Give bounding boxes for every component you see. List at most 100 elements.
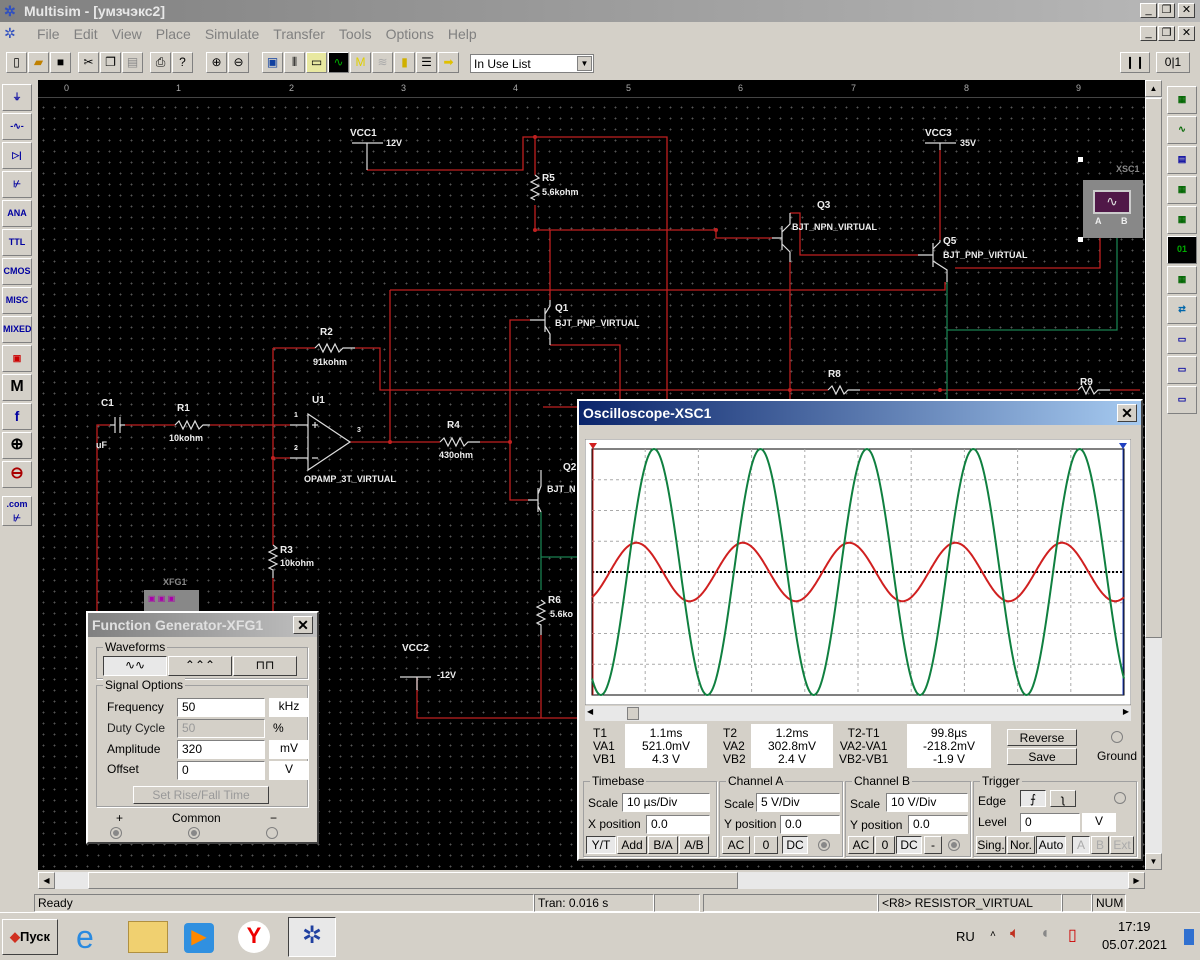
ab-mode-button[interactable]: A/B	[679, 836, 709, 854]
trigger-source-ext-button[interactable]: Ext	[1110, 836, 1134, 854]
falling-edge-button[interactable]: ʅ	[1050, 790, 1076, 807]
channel-b-terminal[interactable]	[948, 839, 960, 851]
trigger-group: Trigger Edge ⨍ ʅ Level 0 V Sing. Nor. Au…	[973, 774, 1137, 857]
internet-explorer-icon[interactable]: e	[76, 919, 94, 955]
scroll-down-icon[interactable]: ▼	[1145, 853, 1162, 870]
add-mode-button[interactable]: Add	[617, 836, 647, 854]
yt-mode-button[interactable]: Y/T	[586, 836, 616, 854]
sound-icon[interactable]: ◖	[1040, 925, 1050, 943]
amplitude-input[interactable]: 320	[177, 740, 265, 759]
function-generator-close-button[interactable]: ✕	[293, 616, 313, 634]
frequency-unit[interactable]: kHz	[269, 698, 309, 717]
multimeter-icon[interactable]: ▦	[1167, 86, 1197, 114]
trigger-source-b-button[interactable]: B	[1091, 836, 1109, 854]
channel-a-zero-button[interactable]: 0	[754, 836, 778, 854]
run-switch[interactable]: 0|1	[1156, 52, 1190, 73]
time-scroll-thumb[interactable]	[627, 707, 639, 720]
channel-a-dc-button[interactable]: DC	[782, 836, 808, 854]
save-button[interactable]: Save	[1007, 748, 1077, 765]
square-wave-button[interactable]: ⊓⊓	[233, 656, 297, 676]
vcc1-symbol	[352, 142, 383, 170]
selection-handle[interactable]	[1078, 157, 1083, 162]
x-position-input[interactable]: 0.0	[646, 815, 710, 834]
doc-close-button[interactable]: ✕	[1178, 26, 1195, 41]
ground-terminal[interactable]	[1111, 731, 1123, 743]
single-trigger-button[interactable]: Sing.	[976, 836, 1006, 854]
plus-terminal[interactable]	[110, 827, 122, 839]
xfg1-instrument[interactable]: ▣ ▣ ▣	[144, 590, 199, 612]
channel-b-ac-button[interactable]: AC	[848, 836, 874, 854]
minus-terminal[interactable]	[266, 827, 278, 839]
channel-a-terminal[interactable]	[818, 839, 830, 851]
vertical-scroll-thumb[interactable]	[1145, 98, 1162, 638]
logic-analyzer-icon[interactable]: ▦	[1167, 266, 1197, 294]
yandex-browser-icon[interactable]: Y	[238, 921, 270, 953]
network-analyzer-icon[interactable]: ▭	[1167, 386, 1197, 414]
bode-plotter-icon[interactable]: ▦	[1167, 206, 1197, 234]
file-explorer-icon[interactable]	[128, 921, 168, 953]
scroll-right-icon[interactable]: ▶	[1123, 707, 1129, 716]
tray-expand-icon[interactable]: ˄	[990, 929, 996, 940]
time-scrollbar[interactable]: ◀ ▶	[585, 706, 1131, 721]
channel-b-zero-button[interactable]: 0	[875, 836, 895, 854]
network-icon[interactable]: ▯	[1068, 925, 1077, 945]
scroll-right-icon[interactable]: ▶	[1128, 872, 1145, 889]
oscilloscope-icon[interactable]: ▦	[1167, 176, 1197, 204]
channel-a-ac-button[interactable]: AC	[722, 836, 750, 854]
xsc1-terminal-a[interactable]: A	[1095, 216, 1102, 226]
channel-b-scale-input[interactable]: 10 V/Div	[886, 793, 968, 812]
oscilloscope-close-button[interactable]: ✕	[1117, 404, 1137, 422]
logic-converter-icon[interactable]: ⇄	[1167, 296, 1197, 324]
scroll-left-icon[interactable]: ◀	[38, 872, 55, 889]
offset-unit[interactable]: V	[269, 761, 309, 780]
distortion-analyzer-icon[interactable]: ▭	[1167, 326, 1197, 354]
media-player-icon[interactable]: ▶	[184, 923, 214, 953]
scroll-left-icon[interactable]: ◀	[587, 707, 593, 716]
set-rise-fall-time-button[interactable]: Set Rise/Fall Time	[133, 786, 269, 804]
channel-b-ypos-input[interactable]: 0.0	[908, 815, 968, 834]
ext-trigger-terminal[interactable]	[1114, 792, 1126, 804]
xsc1-instrument[interactable]: ∿ A B	[1083, 180, 1143, 238]
level-label: Level	[978, 815, 1007, 829]
trigger-level-input[interactable]: 0	[1020, 813, 1080, 832]
timebase-scale-input[interactable]: 10 µs/Div	[622, 793, 710, 812]
language-indicator[interactable]: RU	[956, 929, 975, 944]
normal-trigger-button[interactable]: Nor.	[1007, 836, 1035, 854]
trigger-source-a-button[interactable]: A	[1072, 836, 1090, 854]
maximize-button[interactable]: ❐	[1158, 3, 1175, 18]
volume-icon[interactable]: 🔈︎	[1010, 925, 1020, 943]
trigger-level-unit[interactable]: V	[1082, 813, 1116, 832]
triangle-wave-button[interactable]: ⌃⌃⌃	[168, 656, 232, 676]
xsc1-terminal-b[interactable]: B	[1121, 216, 1128, 226]
horizontal-scroll-thumb[interactable]	[88, 872, 738, 889]
multisim-taskbar-button[interactable]: ✲	[288, 917, 336, 957]
channel-b-dc-button[interactable]: DC	[896, 836, 922, 854]
instrument-toolbar: ▦ ∿ ▤ ▦ ▦ 01 ▦ ⇄ ▭ ▭ ▭	[1167, 86, 1197, 414]
channel-a-scale-input[interactable]: 5 V/Div	[756, 793, 840, 812]
horizontal-scrollbar[interactable]: ◀ ▶	[38, 872, 1145, 889]
function-generator-icon[interactable]: ∿	[1167, 116, 1197, 144]
channel-a-ypos-input[interactable]: 0.0	[780, 815, 840, 834]
rising-edge-button[interactable]: ⨍	[1020, 790, 1046, 807]
spectrum-analyzer-icon[interactable]: ▭	[1167, 356, 1197, 384]
vertical-scrollbar[interactable]: ▲ ▼	[1145, 80, 1162, 870]
wattmeter-icon[interactable]: ▤	[1167, 146, 1197, 174]
frequency-input[interactable]: 50	[177, 698, 265, 717]
reverse-button[interactable]: Reverse	[1007, 729, 1077, 746]
scroll-up-icon[interactable]: ▲	[1145, 80, 1162, 97]
amplitude-unit[interactable]: mV	[269, 740, 309, 759]
duty-cycle-input[interactable]: 50	[177, 719, 265, 738]
doc-restore-button[interactable]: ❐	[1158, 26, 1175, 41]
ba-mode-button[interactable]: B/A	[648, 836, 678, 854]
auto-trigger-button[interactable]: Auto	[1036, 836, 1066, 854]
offset-input[interactable]: 0	[177, 761, 265, 780]
common-terminal[interactable]	[188, 827, 200, 839]
signal-options-label: Signal Options	[103, 678, 186, 692]
status-tran-time: Tran: 0.016 s	[534, 894, 654, 912]
word-generator-icon[interactable]: 01	[1167, 236, 1197, 264]
close-button[interactable]: ✕	[1178, 3, 1195, 18]
show-desktop-button[interactable]	[1184, 929, 1194, 945]
sine-wave-button[interactable]: ∿∿	[103, 656, 167, 676]
channel-b-invert-button[interactable]: -	[924, 836, 942, 854]
start-button[interactable]: ◆Пуск	[2, 919, 58, 955]
